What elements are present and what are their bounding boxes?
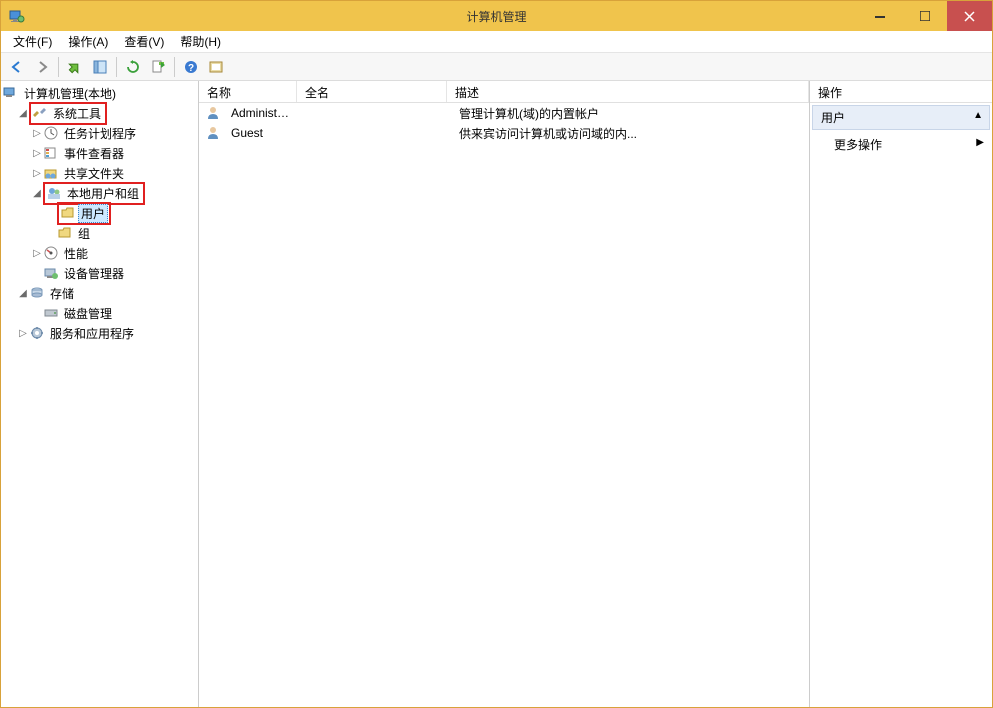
event-viewer-icon [43, 145, 59, 161]
minimize-button[interactable] [857, 1, 902, 31]
toolbar: ? [1, 53, 992, 81]
expand-icon[interactable]: ▷ [31, 148, 43, 159]
user-icon [205, 125, 221, 141]
column-fullname[interactable]: 全名 [297, 81, 447, 102]
forward-button[interactable] [30, 55, 54, 79]
tree-users-label: 用户 [78, 204, 108, 223]
computer-management-icon [3, 85, 19, 101]
window-controls [857, 1, 992, 31]
help-button[interactable]: ? [179, 55, 203, 79]
tree-shared-folders[interactable]: ▷ 共享文件夹 [3, 163, 196, 183]
column-description[interactable]: 描述 [447, 81, 809, 102]
disk-icon [43, 305, 59, 321]
device-manager-icon [43, 265, 59, 281]
list-row[interactable]: Guest 供来宾访问计算机或访问域的内... [199, 123, 809, 143]
expand-icon[interactable]: ▷ [31, 168, 43, 179]
folder-icon [57, 225, 73, 241]
tree-root-label: 计算机管理(本地) [21, 84, 119, 103]
list-pane: 名称 全名 描述 Administrat... 管理计算机(域)的内置帐户 Gu… [199, 81, 810, 707]
tree-root[interactable]: 计算机管理(本地) [3, 83, 196, 103]
column-name[interactable]: 名称 [199, 81, 297, 102]
menu-file[interactable]: 文件(F) [7, 31, 58, 52]
clock-icon [43, 125, 59, 141]
tree-event-viewer[interactable]: ▷ 事件查看器 [3, 143, 196, 163]
tree-users[interactable]: 用户 [3, 203, 196, 223]
tree-groups-label: 组 [75, 224, 93, 243]
close-button[interactable] [947, 1, 992, 31]
tree-device-manager-label: 设备管理器 [61, 264, 127, 283]
toolbar-separator [58, 57, 59, 77]
list-row[interactable]: Administrat... 管理计算机(域)的内置帐户 [199, 103, 809, 123]
performance-icon [43, 245, 59, 261]
expand-icon[interactable]: ▷ [31, 248, 43, 259]
tree-device-manager[interactable]: ▷ 设备管理器 [3, 263, 196, 283]
expand-icon[interactable]: ◢ [17, 108, 29, 119]
menu-bar: 文件(F) 操作(A) 查看(V) 帮助(H) [1, 31, 992, 53]
user-icon [205, 105, 221, 121]
shared-folders-icon [43, 165, 59, 181]
expand-icon[interactable]: ▷ [31, 128, 43, 139]
menu-action[interactable]: 操作(A) [62, 31, 114, 52]
tree-services-apps-label: 服务和应用程序 [47, 324, 137, 343]
tree-performance[interactable]: ▷ 性能 [3, 243, 196, 263]
folder-icon [60, 205, 76, 221]
menu-view[interactable]: 查看(V) [118, 31, 170, 52]
window-title: 计算机管理 [466, 8, 526, 25]
tree-local-users-groups[interactable]: ◢ 本地用户和组 [3, 183, 196, 203]
services-icon [29, 325, 45, 341]
storage-icon [29, 285, 45, 301]
show-hide-tree-button[interactable] [88, 55, 112, 79]
tree-system-tools[interactable]: ◢ 系统工具 [3, 103, 196, 123]
tree-disk-management-label: 磁盘管理 [61, 304, 115, 323]
actions-more[interactable]: 更多操作 ▶ [810, 132, 992, 157]
up-button[interactable] [63, 55, 87, 79]
app-icon [9, 8, 25, 24]
actions-pane: 操作 用户 ▲ 更多操作 ▶ [810, 81, 992, 707]
collapse-icon[interactable]: ◢ [31, 188, 43, 199]
cell-name: Guest [223, 126, 301, 140]
tree-pane[interactable]: 计算机管理(本地) ◢ 系统工具 ▷ 任务计划程序 ▷ 事件查看器 [1, 81, 199, 707]
actions-section-users[interactable]: 用户 ▲ [812, 105, 990, 130]
system-tools-icon [32, 105, 48, 121]
actions-more-label: 更多操作 [834, 138, 882, 152]
title-bar: 计算机管理 [1, 1, 992, 31]
toolbar-separator [174, 57, 175, 77]
list-header: 名称 全名 描述 [199, 81, 809, 103]
list-body[interactable]: Administrat... 管理计算机(域)的内置帐户 Guest 供来宾访问… [199, 103, 809, 707]
svg-text:?: ? [188, 63, 194, 74]
actions-section-label: 用户 [821, 111, 845, 125]
maximize-button[interactable] [902, 1, 947, 31]
tree-disk-management[interactable]: ▷ 磁盘管理 [3, 303, 196, 323]
tree-system-tools-label: 系统工具 [50, 104, 104, 123]
cell-description: 供来宾访问计算机或访问域的内... [451, 125, 809, 142]
tree-performance-label: 性能 [61, 244, 91, 263]
collapse-icon[interactable]: ◢ [17, 288, 29, 299]
refresh-button[interactable] [121, 55, 145, 79]
cell-name: Administrat... [223, 106, 301, 120]
expand-icon[interactable]: ▷ [17, 328, 29, 339]
cell-description: 管理计算机(域)的内置帐户 [451, 105, 809, 122]
menu-help[interactable]: 帮助(H) [174, 31, 227, 52]
main-content: 计算机管理(本地) ◢ 系统工具 ▷ 任务计划程序 ▷ 事件查看器 [1, 81, 992, 707]
tree-task-scheduler[interactable]: ▷ 任务计划程序 [3, 123, 196, 143]
tree-event-viewer-label: 事件查看器 [61, 144, 127, 163]
collapse-caret-icon: ▲ [973, 110, 983, 121]
back-button[interactable] [5, 55, 29, 79]
tree-shared-folders-label: 共享文件夹 [61, 164, 127, 183]
tree-groups[interactable]: 组 [3, 223, 196, 243]
users-groups-icon [46, 185, 62, 201]
chevron-right-icon: ▶ [976, 137, 984, 148]
tree-storage[interactable]: ◢ 存储 [3, 283, 196, 303]
export-button[interactable] [146, 55, 170, 79]
toolbar-separator [116, 57, 117, 77]
tree-local-users-groups-label: 本地用户和组 [64, 184, 142, 203]
tree-storage-label: 存储 [47, 284, 77, 303]
tree-services-apps[interactable]: ▷ 服务和应用程序 [3, 323, 196, 343]
properties-button[interactable] [204, 55, 228, 79]
tree-task-scheduler-label: 任务计划程序 [61, 124, 139, 143]
actions-header: 操作 [810, 81, 992, 103]
